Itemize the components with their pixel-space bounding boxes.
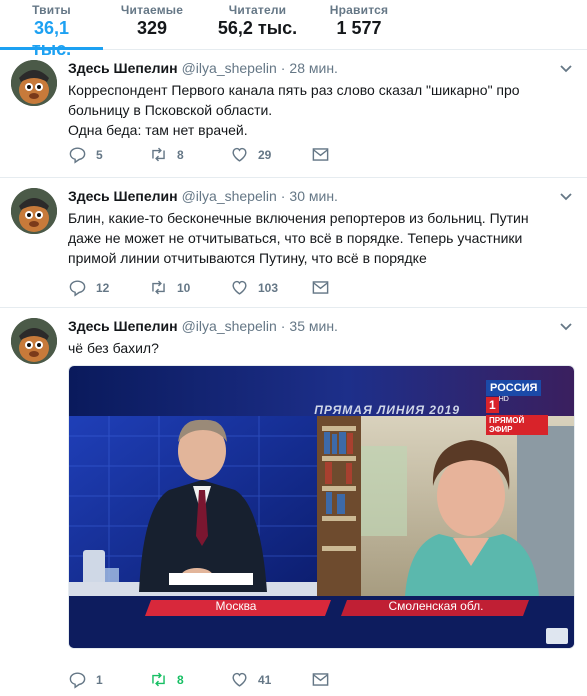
tweet-line: чё без бахил? [68, 340, 159, 356]
stat-value: 56,2 тыс. [217, 18, 298, 38]
tweet-actions: 12 10 103 [68, 278, 575, 297]
message-button[interactable] [311, 278, 392, 297]
reply-count: 1 [96, 672, 103, 687]
retweet-icon [152, 280, 165, 295]
message-icon [312, 281, 329, 294]
tweet-time[interactable]: 35 мин. [289, 317, 338, 335]
tweet-actions: 5 8 29 [68, 145, 575, 164]
author-handle[interactable]: @ilya_shepelin [182, 317, 277, 335]
tweet-time[interactable]: 30 мин. [289, 187, 338, 205]
like-count: 41 [258, 672, 272, 687]
like-icon [232, 280, 247, 295]
stat-value: 1 577 [336, 18, 382, 38]
retweet-icon [152, 147, 165, 162]
tweet[interactable]: Здесь Шепелин @ilya_shepelin · 30 мин. Б… [0, 178, 587, 308]
tweet-text: Корреспондент Первого канала пять раз сл… [68, 80, 575, 140]
tweet-text: чё без бахил? [68, 338, 575, 358]
reply-count: 5 [96, 147, 103, 162]
channel-logo: РОССИЯ1 HD ПРЯМОЙ ЭФИР [486, 378, 548, 437]
separator-dot: · [280, 60, 286, 76]
tweet[interactable]: Здесь Шепелин @ilya_shepelin · 28 мин. К… [0, 50, 587, 178]
reply-button[interactable]: 12 [68, 278, 149, 297]
like-button[interactable]: 29 [230, 145, 311, 164]
hd-badge: HD [498, 396, 509, 403]
like-icon [232, 672, 247, 687]
location-right: Смоленская обл. [388, 599, 484, 613]
reply-icon [69, 147, 86, 164]
message-icon [312, 148, 329, 161]
reply-icon [69, 280, 86, 297]
show-title: ПРЯМАЯ ЛИНИЯ 2019 [314, 403, 460, 417]
location-left: Москва [215, 599, 257, 613]
tweet[interactable]: Здесь Шепелин @ilya_shepelin · 35 мин. ч… [0, 308, 587, 696]
avatar[interactable] [11, 318, 57, 364]
separator-dot: · [280, 188, 286, 204]
author-handle[interactable]: @ilya_shepelin [182, 59, 277, 77]
stat-tweets[interactable]: Твиты 36,1 тыс. [0, 0, 103, 59]
stat-label: Твиты [32, 3, 71, 17]
author-name[interactable]: Здесь Шепелин [68, 187, 178, 205]
stat-label: Нравится [329, 3, 389, 17]
stat-likes[interactable]: Нравится 1 577 [314, 0, 404, 49]
author-handle[interactable]: @ilya_shepelin [182, 187, 277, 205]
author-name[interactable]: Здесь Шепелин [68, 59, 178, 77]
retweet-button[interactable]: 8 [149, 670, 230, 689]
reply-icon [69, 672, 86, 689]
channel-number: 1 [486, 397, 499, 413]
tweet-actions: 1 8 41 [68, 670, 575, 689]
tweet-header: Здесь Шепелин @ilya_shepelin · 28 мин. [68, 59, 575, 77]
stat-following[interactable]: Читаемые 329 [103, 0, 201, 49]
reply-button[interactable]: 5 [68, 145, 149, 164]
tweet-line: Блин, какие-то бесконечные включения реп… [68, 210, 529, 266]
profile-stats-nav: Твиты 36,1 тыс. Читаемые 329 Читатели 56… [0, 0, 587, 59]
retweet-count: 10 [177, 280, 191, 295]
live-badge: ПРЯМОЙ ЭФИР [486, 415, 548, 435]
tweet-line: Одна беда: там нет врачей. [68, 122, 248, 138]
channel-name: РОССИЯ [486, 380, 542, 396]
message-button[interactable] [311, 670, 392, 689]
like-icon [232, 147, 247, 162]
avatar[interactable] [11, 188, 57, 234]
separator-dot: · [280, 318, 286, 334]
tweet-media-image[interactable]: РОССИЯ1 HD ПРЯМОЙ ЭФИР ПРЯМАЯ ЛИНИЯ 2019 … [68, 365, 575, 649]
like-button[interactable]: 103 [230, 278, 311, 297]
reply-button[interactable]: 1 [68, 670, 149, 689]
like-button[interactable]: 41 [230, 670, 311, 689]
retweet-button[interactable]: 10 [149, 278, 230, 297]
tweet-time[interactable]: 28 мин. [289, 59, 338, 77]
avatar[interactable] [11, 60, 57, 106]
retweet-icon [152, 672, 165, 687]
stat-followers[interactable]: Читатели 56,2 тыс. [201, 0, 314, 49]
tweet-header: Здесь Шепелин @ilya_shepelin · 35 мин. [68, 317, 575, 335]
tweet-line: Корреспондент Первого канала пять раз сл… [68, 82, 520, 118]
channel-corner-logo [546, 628, 568, 644]
retweet-count: 8 [177, 147, 184, 162]
retweet-count: 8 [177, 672, 184, 687]
retweet-button[interactable]: 8 [149, 145, 230, 164]
chevron-down-icon[interactable] [559, 320, 573, 334]
chevron-down-icon[interactable] [559, 190, 573, 204]
message-icon [312, 673, 329, 686]
message-button[interactable] [311, 145, 392, 164]
stat-label: Читатели [228, 3, 287, 17]
stat-label: Читаемые [120, 3, 184, 17]
author-name[interactable]: Здесь Шепелин [68, 317, 178, 335]
tweet-text: Блин, какие-то бесконечные включения реп… [68, 208, 575, 268]
like-count: 29 [258, 147, 272, 162]
stat-value: 329 [136, 18, 168, 38]
like-count: 103 [258, 280, 279, 295]
reply-count: 12 [96, 280, 110, 295]
tweet-header: Здесь Шепелин @ilya_shepelin · 30 мин. [68, 187, 575, 205]
chevron-down-icon[interactable] [559, 62, 573, 76]
